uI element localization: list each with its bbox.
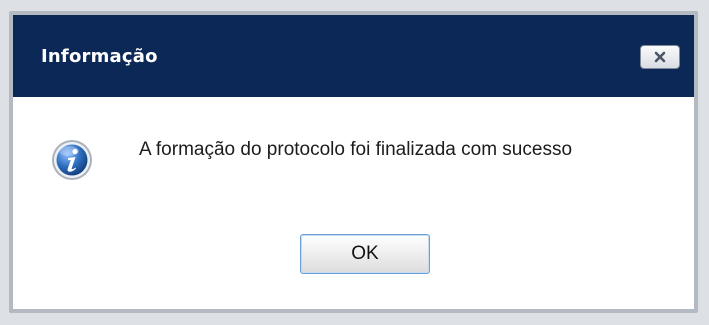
dialog-titlebar: Informação bbox=[13, 15, 694, 97]
info-dialog: Informação A formação do protocolo foi f… bbox=[9, 11, 698, 313]
close-icon bbox=[654, 51, 666, 63]
dialog-title: Informação bbox=[41, 46, 158, 67]
dialog-message: A formação do protocolo foi finalizada c… bbox=[139, 139, 573, 160]
close-button[interactable] bbox=[640, 45, 680, 69]
info-icon bbox=[52, 140, 92, 180]
ok-button[interactable]: OK bbox=[300, 234, 430, 274]
